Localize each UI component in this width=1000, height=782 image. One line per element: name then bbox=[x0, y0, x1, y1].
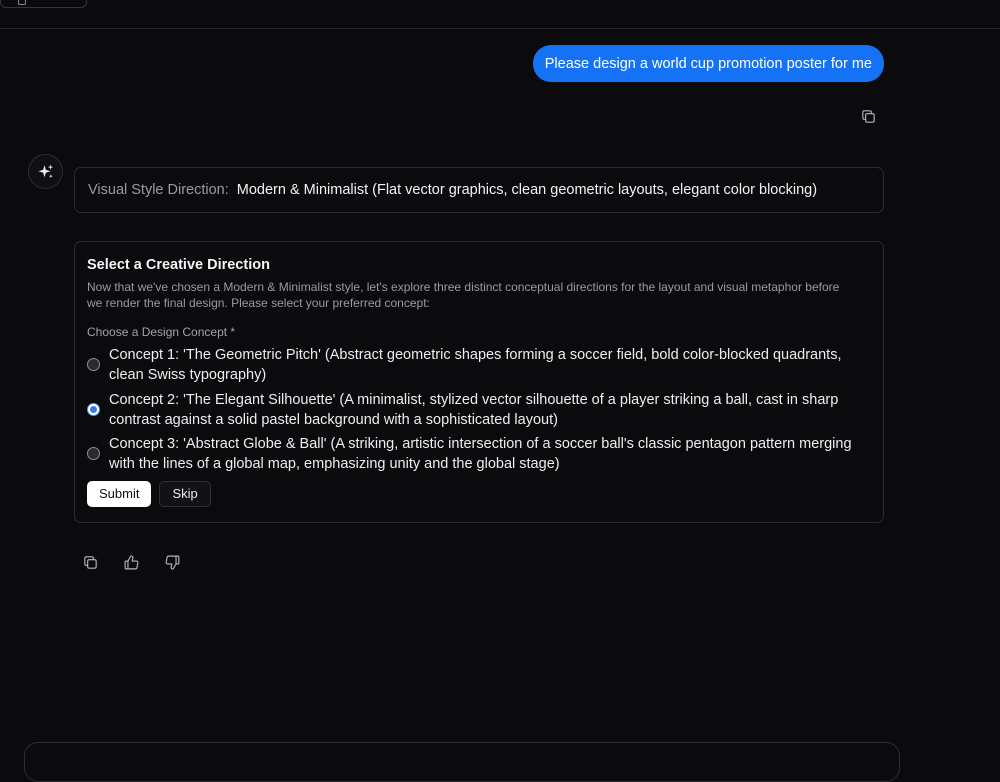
form-title: Select a Creative Direction bbox=[87, 257, 270, 273]
thumbs-down-icon bbox=[165, 555, 179, 570]
concept-selection-form: Select a Creative Direction Now that we'… bbox=[74, 241, 884, 523]
assistant-avatar bbox=[28, 154, 63, 189]
concept-option-1[interactable]: Concept 1: 'The Geometric Pitch' (Abstra… bbox=[87, 345, 871, 390]
user-message-bubble: Please design a world cup promotion post… bbox=[532, 45, 884, 82]
form-actions: Submit Skip bbox=[87, 480, 871, 507]
concept-option-2[interactable]: Concept 2: 'The Elegant Silhouette' (A m… bbox=[87, 390, 871, 435]
sparkle-icon bbox=[38, 164, 53, 178]
copy-icon bbox=[83, 555, 97, 569]
copy-response-button[interactable] bbox=[79, 551, 101, 573]
copy-icon bbox=[861, 109, 875, 123]
concept-1-radio[interactable] bbox=[87, 358, 100, 371]
top-bar-button[interactable] bbox=[0, 0, 87, 8]
top-bar bbox=[0, 0, 1000, 29]
concept-option-3[interactable]: Concept 3: 'Abstract Globe & Ball' (A st… bbox=[87, 434, 871, 479]
concept-2-radio[interactable] bbox=[87, 402, 100, 416]
assistant-feedback-bar bbox=[79, 551, 183, 573]
submit-button[interactable]: Submit bbox=[87, 480, 152, 507]
concept-option-label: Concept 1: 'The Geometric Pitch' (Abstra… bbox=[109, 347, 842, 383]
style-direction-card: Visual Style Direction: Modern & Minimal… bbox=[74, 167, 884, 213]
copy-user-message-button[interactable] bbox=[857, 105, 879, 127]
style-direction-value: Modern & Minimalist (Flat vector graphic… bbox=[236, 182, 818, 198]
concept-3-radio[interactable] bbox=[87, 447, 100, 460]
thumbs-down-button[interactable] bbox=[161, 551, 183, 573]
field-label: Choose a Design Concept * bbox=[87, 325, 236, 339]
concept-option-label: Concept 3: 'Abstract Globe & Ball' (A st… bbox=[109, 436, 852, 472]
thumbs-up-button[interactable] bbox=[120, 551, 142, 573]
form-description: Now that we've chosen a Modern & Minimal… bbox=[87, 280, 840, 310]
concept-option-label: Concept 2: 'The Elegant Silhouette' (A m… bbox=[109, 391, 839, 428]
skip-button[interactable]: Skip bbox=[159, 480, 211, 507]
concept-options: Concept 1: 'The Geometric Pitch' (Abstra… bbox=[87, 345, 871, 479]
thumbs-up-icon bbox=[124, 554, 138, 569]
top-bar-icon bbox=[18, 0, 26, 5]
style-direction-label: Visual Style Direction: bbox=[88, 182, 229, 198]
message-composer[interactable] bbox=[24, 742, 900, 782]
